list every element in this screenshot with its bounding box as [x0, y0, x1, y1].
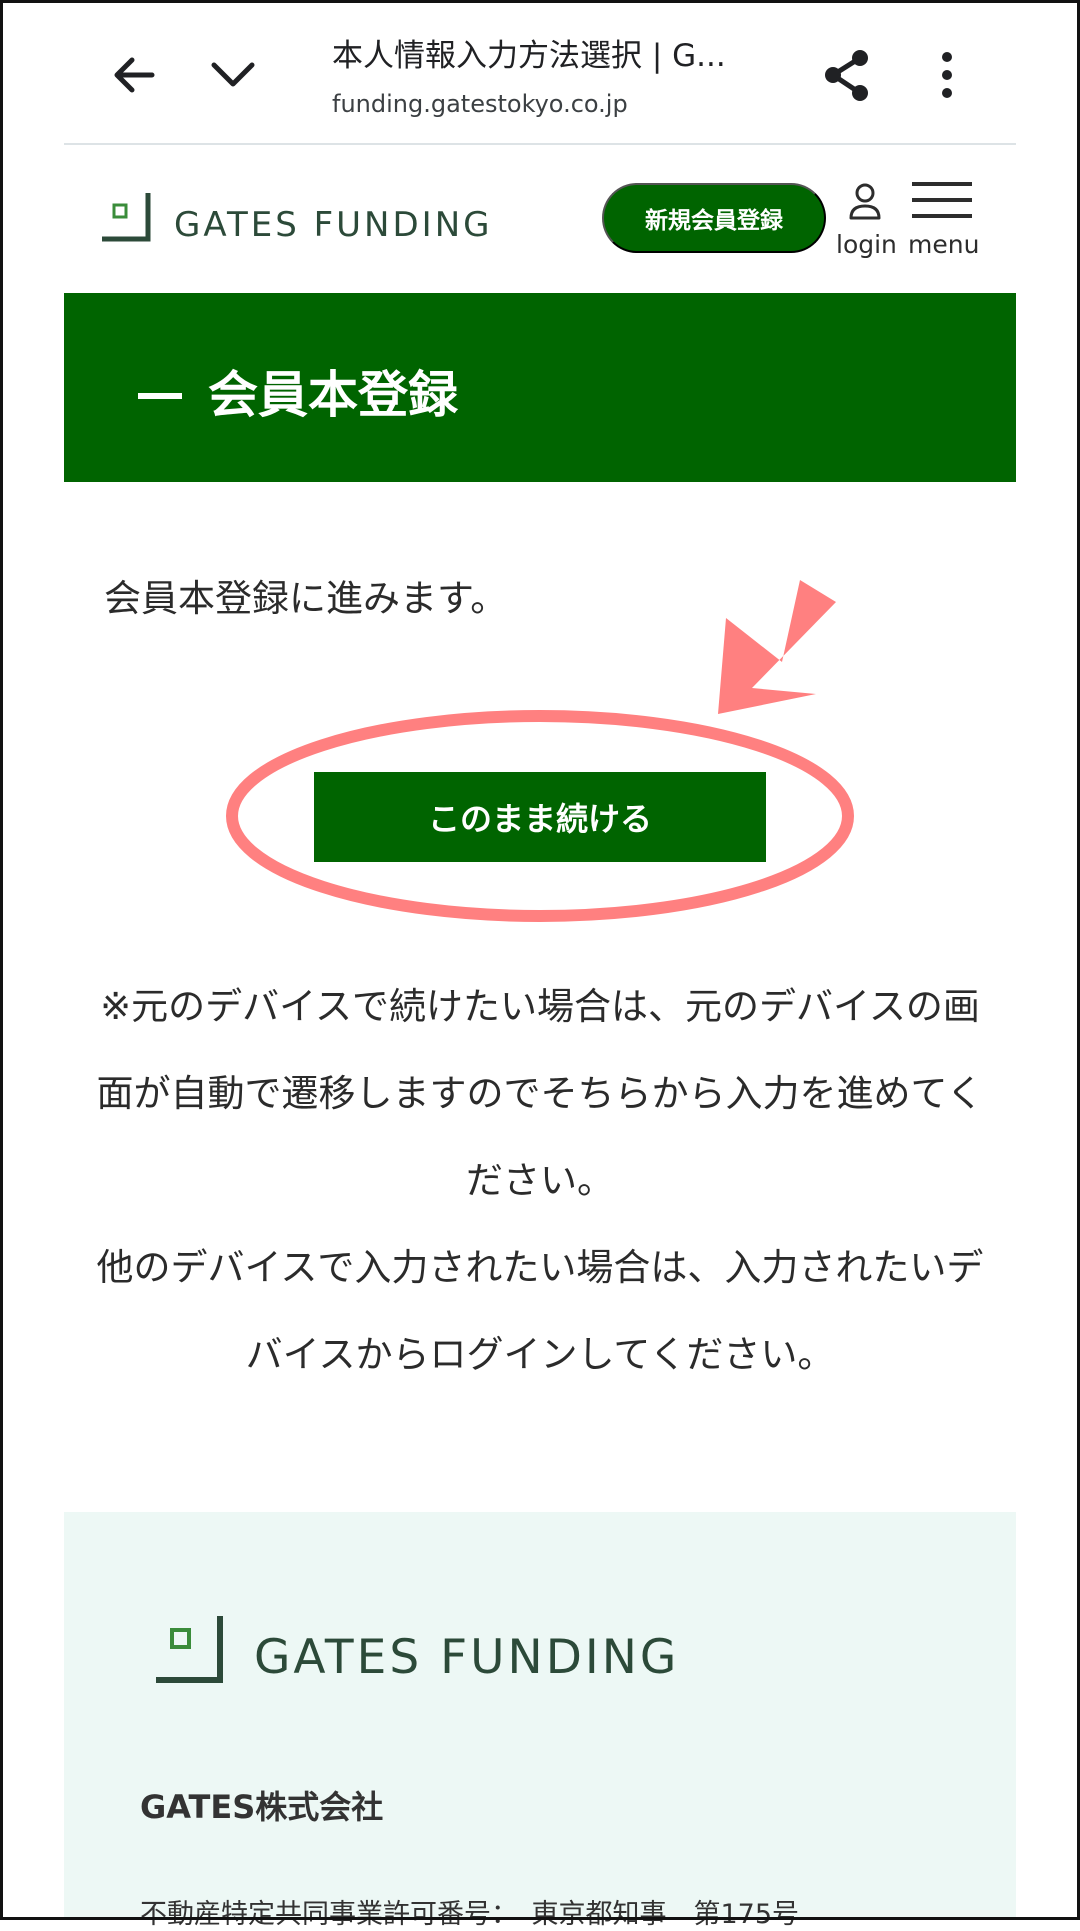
- banner-dash: [138, 393, 182, 399]
- pointer-arrow-icon: [718, 580, 836, 714]
- menu-label[interactable]: menu: [908, 230, 979, 259]
- footer: [64, 1512, 1016, 1920]
- back-arrow-icon[interactable]: [108, 50, 160, 100]
- share-icon[interactable]: [820, 48, 876, 104]
- logo-mark-icon: [156, 1616, 223, 1683]
- license-text: 不動産特定共同事業許可番号： 東京都知事 第175号: [140, 1899, 800, 1930]
- login-label[interactable]: login: [836, 230, 897, 259]
- hamburger-menu-icon[interactable]: [910, 180, 974, 220]
- footer-logo[interactable]: GATES FUNDING: [154, 1616, 679, 1684]
- note-line-1: ※元のデバイスで続けたい場合は、元のデバイスの画面が自動で遷移しますのでそちらか…: [96, 985, 984, 1202]
- company-name: GATES株式会社: [140, 1788, 384, 1826]
- more-vert-icon[interactable]: [935, 50, 959, 100]
- note-line-2: 他のデバイスで入力されたい場合は、入力されたいデバイスからログインしてください。: [96, 1246, 984, 1376]
- page-banner: 会員本登録: [64, 293, 1016, 482]
- register-button[interactable]: 新規会員登録: [602, 183, 826, 253]
- site-logo[interactable]: GATES FUNDING: [100, 193, 492, 243]
- continue-button[interactable]: このまま続ける: [314, 772, 766, 862]
- chevron-down-icon[interactable]: [208, 55, 258, 95]
- url-text[interactable]: funding.gatestokyo.co.jp: [332, 90, 628, 118]
- logo-text: GATES FUNDING: [174, 205, 493, 245]
- intro-text: 会員本登録に進みます。: [104, 577, 508, 620]
- browser-divider: [64, 143, 1016, 145]
- logo-mark-icon: [102, 193, 151, 242]
- page-title: 会員本登録: [208, 366, 458, 424]
- footer-logo-text: GATES FUNDING: [254, 1630, 680, 1685]
- tab-title: 本人情報入力方法選択 | G...: [332, 38, 726, 74]
- user-icon[interactable]: [848, 182, 882, 222]
- device-note: ※元のデバイスで続けたい場合は、元のデバイスの画面が自動で遷移しますのでそちらか…: [94, 963, 986, 1398]
